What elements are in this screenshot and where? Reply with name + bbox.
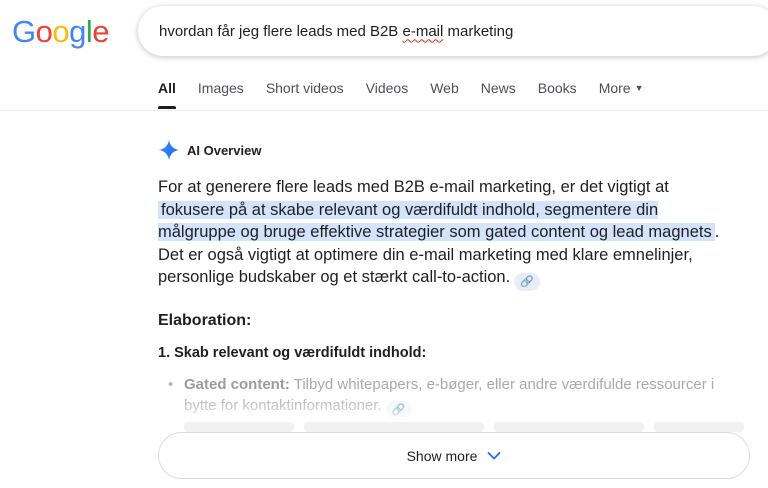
elaboration-heading: Elaboration:: [158, 312, 252, 329]
caret-down-icon: ▼: [634, 83, 644, 93]
tab-all[interactable]: All: [158, 80, 176, 109]
bullet-bold-label: Gated content:: [184, 376, 290, 393]
logo-letter-g: G: [12, 14, 36, 49]
ai-overview-label: AI Overview: [187, 142, 262, 158]
query-text-start: hvordan får jeg flere leads med B2B: [159, 22, 403, 40]
search-input[interactable]: hvordan får jeg flere leads med B2B e-ma…: [159, 23, 513, 40]
tab-more[interactable]: More ▼: [599, 80, 644, 108]
search-tabs: All Images Short videos Videos Web News …: [158, 80, 666, 109]
query-text-end: marketing: [443, 22, 514, 40]
spellcheck-flagged-word: e-mail: [402, 22, 444, 40]
overview-intro: For at generere flere leads med B2B e-ma…: [158, 178, 669, 196]
chevron-down-icon: [488, 451, 501, 459]
ai-overview-header: AI Overview: [158, 139, 261, 161]
tab-videos[interactable]: Videos: [366, 80, 409, 108]
logo-letter-o1: o: [35, 14, 53, 49]
google-logo[interactable]: Google: [12, 14, 110, 50]
ai-overview-text: For at generere flere leads med B2B e-ma…: [158, 176, 728, 292]
tab-web[interactable]: Web: [430, 80, 459, 108]
tab-news[interactable]: News: [481, 80, 516, 108]
show-more-button[interactable]: Show more: [158, 432, 750, 479]
search-box[interactable]: hvordan får jeg flere leads med B2B e-ma…: [138, 6, 768, 56]
logo-letter-o2: o: [52, 14, 70, 49]
logo-letter-e: e: [92, 14, 110, 49]
logo-letter-g2: g: [69, 14, 86, 49]
overview-highlight: fokusere på at skabe relevant og værdifu…: [158, 200, 715, 242]
tab-short-videos[interactable]: Short videos: [266, 80, 344, 108]
tab-more-label: More: [598, 80, 631, 96]
section-1-title: 1. Skab relevant og værdifuldt indhold:: [158, 345, 427, 361]
gemini-sparkle-icon: [158, 139, 180, 161]
link-icon[interactable]: 🔗: [514, 273, 541, 292]
tab-books[interactable]: Books: [538, 80, 577, 108]
tab-images[interactable]: Images: [198, 80, 244, 108]
show-more-label: Show more: [406, 447, 478, 464]
tabs-divider: [0, 110, 768, 111]
